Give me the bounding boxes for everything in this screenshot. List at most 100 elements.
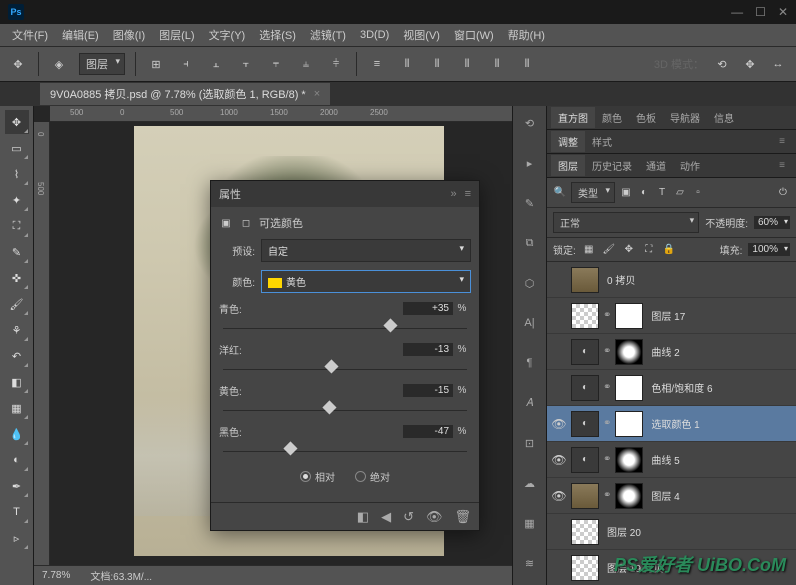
properties-panel[interactable]: 属性 » ≡ ▣ ◻ 可选颜色 预设: 自定 颜色: 黄色 青色:+35%洋红:… bbox=[210, 180, 480, 531]
delete-icon[interactable]: 🗑 bbox=[454, 509, 471, 525]
properties-header[interactable]: 属性 » ≡ bbox=[211, 181, 479, 207]
slider-value[interactable]: +35 bbox=[403, 302, 453, 315]
layer-thumb[interactable] bbox=[615, 339, 643, 365]
tab-adjustments[interactable]: 调整 bbox=[551, 131, 585, 152]
paragraph-panel-icon[interactable]: ¶ bbox=[519, 352, 541, 374]
tab-navigator[interactable]: 导航器 bbox=[663, 107, 707, 128]
layer-thumb[interactable] bbox=[571, 303, 599, 329]
link-icon[interactable]: ⚭ bbox=[603, 418, 611, 429]
menu-image[interactable]: 图像(I) bbox=[107, 25, 151, 45]
layer-row[interactable]: 👁 ◐ ⚭ 曲线 5 bbox=[547, 442, 796, 478]
distribute-icon[interactable]: ≡ bbox=[367, 54, 387, 74]
layer-row[interactable]: ◐⚭曲线 2 bbox=[547, 334, 796, 370]
tab-history[interactable]: 历史记录 bbox=[585, 155, 639, 176]
lock-position-icon[interactable]: ✥ bbox=[622, 243, 636, 257]
visibility-icon[interactable]: 👁 bbox=[426, 509, 443, 525]
maximize-button[interactable]: ☐ bbox=[755, 5, 766, 19]
layer-thumb[interactable] bbox=[615, 375, 643, 401]
auto-select-icon[interactable]: ◈ bbox=[49, 54, 69, 74]
3d-panel-icon[interactable]: ⬡ bbox=[519, 272, 541, 294]
distribute-icon[interactable]: ⦀ bbox=[487, 54, 507, 74]
move-tool[interactable]: ✥ bbox=[5, 110, 29, 134]
layer-row[interactable]: 0 拷贝 bbox=[547, 262, 796, 298]
link-icon[interactable]: ⚭ bbox=[603, 490, 611, 501]
brush-tool[interactable]: 🖌 bbox=[5, 292, 29, 316]
tab-styles[interactable]: 样式 bbox=[585, 131, 619, 152]
visibility-toggle[interactable]: 👁 bbox=[551, 417, 567, 431]
clone-panel-icon[interactable]: ⧉ bbox=[519, 232, 541, 254]
previous-icon[interactable]: ◀ bbox=[381, 509, 391, 525]
path-select-tool[interactable]: ▹ bbox=[5, 526, 29, 550]
swatches-panel-icon[interactable]: ▦ bbox=[519, 512, 541, 534]
layer-row[interactable]: 图层 20 bbox=[547, 514, 796, 550]
transform-controls-icon[interactable]: ⊞ bbox=[146, 54, 166, 74]
filter-kind-dropdown[interactable]: 类型 bbox=[571, 182, 615, 203]
clip-icon[interactable]: ◧ bbox=[357, 509, 369, 525]
menu-window[interactable]: 窗口(W) bbox=[448, 25, 500, 45]
link-icon[interactable]: ⚭ bbox=[603, 382, 611, 393]
lock-artboard-icon[interactable]: ⛶ bbox=[642, 243, 656, 257]
layer-name[interactable]: 曲线 5 bbox=[651, 452, 679, 467]
layer-name[interactable]: 图层 4 bbox=[651, 488, 679, 503]
filter-shape-icon[interactable]: ▱ bbox=[673, 186, 687, 200]
slider-thumb[interactable] bbox=[383, 318, 397, 332]
character-panel-icon[interactable]: A| bbox=[519, 312, 541, 334]
pen-tool[interactable]: ✒ bbox=[5, 474, 29, 498]
filter-type-icon[interactable]: T bbox=[655, 186, 669, 200]
align-center-v-icon[interactable]: ⫨ bbox=[296, 54, 316, 74]
layer-row[interactable]: ◐ ⚭ 色相/饱和度 6 bbox=[547, 370, 796, 406]
lock-all-icon[interactable]: 🔒 bbox=[662, 243, 676, 257]
align-top-icon[interactable]: ⫧ bbox=[266, 54, 286, 74]
document-info[interactable]: 文档:63.3M/... bbox=[90, 568, 152, 583]
stamp-tool[interactable]: ⚘ bbox=[5, 318, 29, 342]
layer-thumb[interactable] bbox=[615, 447, 643, 473]
align-right-icon[interactable]: ⫟ bbox=[236, 54, 256, 74]
panel-menu-icon[interactable]: ≡ bbox=[772, 157, 792, 174]
color-dropdown[interactable]: 黄色 bbox=[261, 270, 471, 293]
menu-3d[interactable]: 3D(D) bbox=[354, 27, 395, 43]
filter-adjust-icon[interactable]: ◐ bbox=[637, 186, 651, 200]
eyedropper-tool[interactable]: ✎ bbox=[5, 240, 29, 264]
lock-paint-icon[interactable]: 🖌 bbox=[602, 243, 616, 257]
tab-channels[interactable]: 通道 bbox=[639, 155, 673, 176]
layer-thumb[interactable]: ◐ bbox=[571, 411, 599, 437]
layer-name[interactable]: 0 拷贝 bbox=[607, 272, 635, 287]
layer-row[interactable]: 👁 ◐ ⚭ 选取颜色 1 bbox=[547, 406, 796, 442]
layer-thumb[interactable] bbox=[571, 483, 599, 509]
visibility-toggle[interactable]: 👁 bbox=[551, 453, 567, 467]
glyph-panel-icon[interactable]: 𝐴 bbox=[519, 392, 541, 414]
menu-layer[interactable]: 图层(L) bbox=[153, 25, 200, 45]
lock-pixels-icon[interactable]: ▦ bbox=[582, 243, 596, 257]
healing-tool[interactable]: ✜ bbox=[5, 266, 29, 290]
minimize-button[interactable]: — bbox=[731, 5, 743, 19]
auto-select-dropdown[interactable]: 图层 bbox=[79, 53, 125, 75]
align-center-h-icon[interactable]: ⫠ bbox=[206, 54, 226, 74]
crop-tool[interactable]: ⛶ bbox=[5, 214, 29, 238]
layer-thumb[interactable] bbox=[615, 411, 643, 437]
layer-thumb[interactable] bbox=[571, 267, 599, 293]
navigator-panel-icon[interactable]: ⊡ bbox=[519, 432, 541, 454]
slider-track[interactable] bbox=[223, 402, 467, 418]
fill-input[interactable]: 100% bbox=[748, 243, 790, 256]
menu-file[interactable]: 文件(F) bbox=[6, 25, 54, 45]
layer-name[interactable]: 选取颜色 1 bbox=[651, 416, 699, 431]
layer-name[interactable]: 色相/饱和度 6 bbox=[651, 380, 712, 395]
layer-thumb[interactable]: ◐ bbox=[571, 447, 599, 473]
layer-thumb[interactable] bbox=[615, 303, 643, 329]
slider-thumb[interactable] bbox=[283, 441, 297, 455]
actions-panel-icon[interactable]: ▸ bbox=[519, 152, 541, 174]
ruler-horizontal[interactable]: 500 0 500 1000 1500 2000 2500 bbox=[50, 106, 512, 122]
slider-value[interactable]: -15 bbox=[403, 384, 453, 397]
slider-track[interactable] bbox=[223, 320, 467, 336]
layer-thumb[interactable]: ◐ bbox=[571, 375, 599, 401]
opacity-input[interactable]: 60% bbox=[754, 216, 790, 229]
tab-info[interactable]: 信息 bbox=[707, 107, 741, 128]
history-brush-tool[interactable]: ↶ bbox=[5, 344, 29, 368]
slider-track[interactable] bbox=[223, 361, 467, 377]
filter-image-icon[interactable]: ▣ bbox=[619, 186, 633, 200]
layer-row[interactable]: ⚭图层 17 bbox=[547, 298, 796, 334]
link-icon[interactable]: ⚭ bbox=[603, 454, 611, 465]
layer-name[interactable]: 图层 20 bbox=[607, 524, 641, 539]
libraries-panel-icon[interactable]: ☁ bbox=[519, 472, 541, 494]
layer-thumb[interactable] bbox=[571, 555, 599, 581]
